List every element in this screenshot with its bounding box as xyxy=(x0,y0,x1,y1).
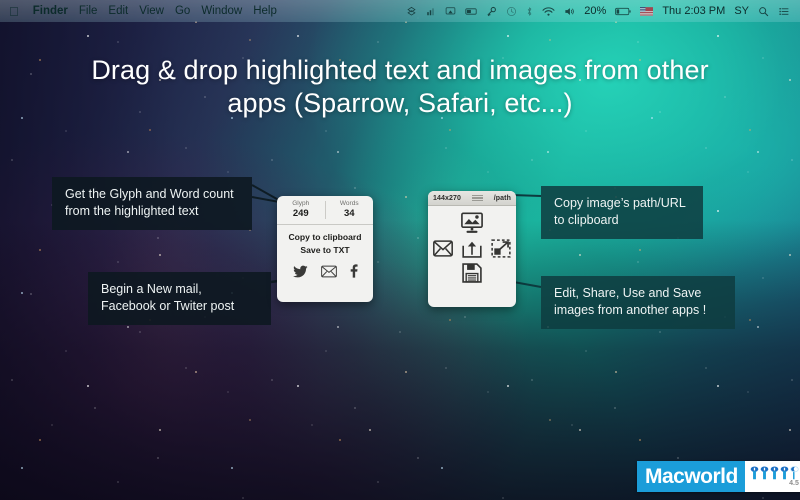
callout-copy-path: Copy image’s path/URL to clipboard xyxy=(541,186,703,239)
airplay-icon[interactable] xyxy=(445,6,456,17)
mouse-icon xyxy=(780,466,789,480)
text-widget-stats: Glyph 249 Words 34 xyxy=(277,196,373,225)
image-path-label[interactable]: /path xyxy=(494,195,511,202)
timemachine-icon[interactable] xyxy=(506,6,517,17)
macworld-mice-icons xyxy=(750,466,799,481)
user-initials-label[interactable]: SY xyxy=(734,5,749,17)
glyph-stat: Glyph 249 xyxy=(277,200,325,219)
image-widget-actions xyxy=(428,206,516,287)
bluetooth-icon[interactable] xyxy=(526,6,533,17)
battery-icon[interactable] xyxy=(615,7,631,16)
dropbox-icon[interactable] xyxy=(406,6,417,17)
image-to-desktop-icon[interactable] xyxy=(460,212,484,234)
macworld-rating-badge: Macworld 4.5 xyxy=(637,461,800,492)
text-popup-widget[interactable]: Glyph 249 Words 34 Copy to clipboard Sav… xyxy=(277,196,373,302)
apple-logo-icon[interactable]:  xyxy=(6,5,22,18)
save-icon[interactable] xyxy=(462,263,482,283)
share-icon[interactable] xyxy=(462,240,482,258)
twitter-icon[interactable] xyxy=(292,265,308,278)
macworld-rating: 4.5 xyxy=(744,461,800,492)
wifi-icon[interactable] xyxy=(542,6,555,17)
display-icon[interactable] xyxy=(465,6,477,17)
clock-label[interactable]: Thu 2:03 PM xyxy=(662,5,725,17)
image-widget-row-bottom xyxy=(428,263,516,283)
menu-item-help[interactable]: Help xyxy=(253,5,277,17)
mouse-icon xyxy=(760,466,769,480)
facebook-icon[interactable] xyxy=(350,264,358,278)
image-widget-row-middle xyxy=(428,239,516,258)
text-widget-actions: Copy to clipboard Save to TXT xyxy=(277,225,373,261)
image-dimensions-label: 144x270 xyxy=(433,194,461,202)
image-widget-row-top xyxy=(428,212,516,234)
menu-item-finder[interactable]: Finder xyxy=(33,5,68,17)
words-stat-value: 34 xyxy=(343,207,355,219)
mail-icon[interactable] xyxy=(433,240,453,257)
words-stat: Words 34 xyxy=(324,200,374,219)
menu-item-window[interactable]: Window xyxy=(201,5,242,17)
mouse-icon xyxy=(770,466,779,480)
callout-social-post: Begin a New mail, Facebook or Twiter pos… xyxy=(88,272,271,325)
menu-bar-status-items: 20% Thu 2:03 PM SY xyxy=(406,5,794,17)
glyph-stat-label: Glyph xyxy=(292,200,310,208)
volume-icon[interactable] xyxy=(564,6,575,17)
callout-glyph-word-count: Get the Glyph and Word count from the hi… xyxy=(52,177,252,230)
image-popup-widget[interactable]: 144x270 /path xyxy=(428,191,516,307)
menu-bar-app-menus:  Finder File Edit View Go Window Help xyxy=(6,5,277,18)
battery-percent-label: 20% xyxy=(584,5,607,17)
image-widget-titlebar[interactable]: 144x270 /path xyxy=(428,191,516,206)
save-to-txt-button[interactable]: Save to TXT xyxy=(277,244,373,257)
search-icon[interactable] xyxy=(758,6,769,17)
notification-center-icon[interactable] xyxy=(778,6,790,17)
callout-edit-share: Edit, Share, Use and Save images from an… xyxy=(541,276,735,329)
mouse-icon-half xyxy=(790,466,799,480)
words-stat-label: Words xyxy=(339,200,359,208)
macworld-score-label: 4.5 xyxy=(789,480,799,487)
mouse-icon xyxy=(750,466,759,480)
glyph-stat-value: 249 xyxy=(292,207,309,219)
mail-icon[interactable] xyxy=(320,265,337,278)
menu-bar:  Finder File Edit View Go Window Help xyxy=(0,0,800,22)
flag-icon[interactable] xyxy=(640,6,654,16)
menu-item-edit[interactable]: Edit xyxy=(108,5,128,17)
macworld-brand-label: Macworld xyxy=(637,461,745,492)
copy-to-clipboard-button[interactable]: Copy to clipboard xyxy=(277,231,373,244)
drag-handle-icon[interactable] xyxy=(471,194,483,202)
menu-item-file[interactable]: File xyxy=(79,5,98,17)
use-selection-icon[interactable] xyxy=(491,239,511,258)
page-title: Drag & drop highlighted text and images … xyxy=(91,55,709,118)
menu-item-view[interactable]: View xyxy=(139,5,164,17)
key-icon[interactable] xyxy=(486,6,497,17)
desktop-screen:  Finder File Edit View Go Window Help xyxy=(0,0,800,500)
menu-item-go[interactable]: Go xyxy=(175,5,190,17)
text-widget-social-row xyxy=(277,261,373,284)
bars-icon[interactable] xyxy=(426,6,436,17)
